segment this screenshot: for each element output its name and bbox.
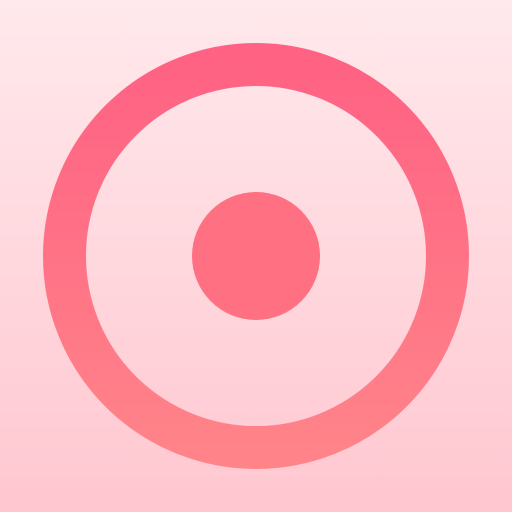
record-icon (43, 43, 469, 469)
app-icon-canvas (0, 0, 512, 512)
center-dot (192, 192, 320, 320)
